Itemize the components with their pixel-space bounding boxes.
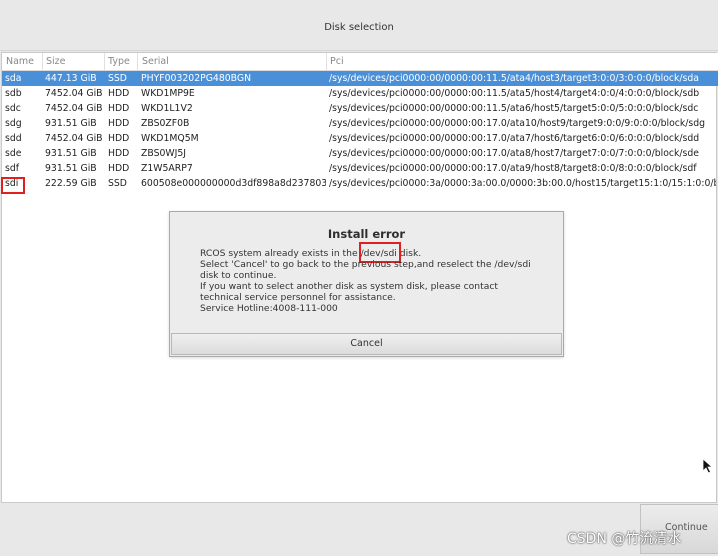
cell-name: sdc	[5, 103, 21, 114]
window-title: Disk selection	[324, 22, 394, 33]
table-header: Name Size Type Serial Pci	[2, 53, 718, 71]
column-header-size[interactable]: Size	[46, 56, 66, 67]
cell-size: 931.51 GiB	[45, 163, 97, 174]
dialog-message-line6: Service Hotline:4008-111-000	[200, 303, 338, 314]
dialog-message-line4: If you want to select another disk as sy…	[200, 281, 498, 292]
table-row[interactable]: sdg 931.51 GiB HDD ZBS0ZF0B /sys/devices…	[2, 116, 718, 131]
mouse-pointer-icon	[702, 458, 714, 474]
cell-pci: /sys/devices/pci0000:00/0000:00:11.5/ata…	[329, 103, 699, 114]
dialog-title: Install error	[327, 227, 406, 241]
cell-pci: /sys/devices/pci0000:00/0000:00:11.5/ata…	[329, 73, 699, 84]
cell-serial: ZBS0WJ5J	[141, 148, 186, 159]
dialog-message-line5: technical service personnel for assistan…	[200, 292, 396, 303]
table-row[interactable]: sda 447.13 GiB SSD PHYF003202PG480BGN /s…	[2, 71, 718, 86]
dialog-message-line2: Select 'Cancel' to go back to the previo…	[200, 259, 531, 270]
cell-name: sdb	[5, 88, 22, 99]
cell-type: HDD	[108, 103, 130, 114]
cell-size: 7452.04 GiB	[45, 88, 103, 99]
cell-pci: /sys/devices/pci0000:00/0000:00:17.0/ata…	[329, 133, 700, 144]
cell-serial: WKD1MP9E	[141, 88, 195, 99]
cell-type: HDD	[108, 163, 130, 174]
table-row[interactable]: sdc 7452.04 GiB HDD WKD1L1V2 /sys/device…	[2, 101, 718, 116]
cell-name: sde	[5, 148, 22, 159]
cell-serial: WKD1L1V2	[141, 103, 193, 114]
column-header-type[interactable]: Type	[108, 56, 130, 67]
cell-size: 931.51 GiB	[45, 118, 97, 129]
cell-size: 7452.04 GiB	[45, 133, 103, 144]
cell-name: sda	[5, 73, 22, 84]
cell-pci: /sys/devices/pci0000:3a/0000:3a:00.0/000…	[329, 178, 716, 189]
cell-type: HDD	[108, 148, 130, 159]
cell-size: 7452.04 GiB	[45, 103, 103, 114]
watermark: CSDN @竹流清水	[567, 531, 682, 547]
column-header-name[interactable]: Name	[6, 56, 34, 67]
column-header-pci[interactable]: Pci	[330, 56, 344, 67]
cancel-button[interactable]: Cancel	[171, 333, 562, 355]
cell-name: sdd	[5, 133, 22, 144]
cell-pci: /sys/devices/pci0000:00/0000:00:17.0/ata…	[329, 148, 699, 159]
column-header-serial[interactable]: Serial	[142, 56, 169, 67]
table-row[interactable]: sdb 7452.04 GiB HDD WKD1MP9E /sys/device…	[2, 86, 718, 101]
cell-name: sdf	[5, 163, 20, 174]
annotation-box-sdi	[1, 177, 25, 194]
table-row[interactable]: sdi 222.59 GiB SSD 600508e000000000d3df8…	[2, 176, 718, 191]
cell-serial: PHYF003202PG480BGN	[141, 73, 252, 84]
cell-size: 447.13 GiB	[45, 73, 97, 84]
cell-pci: /sys/devices/pci0000:00/0000:00:11.5/ata…	[329, 88, 700, 99]
window-header: Disk selection	[0, 0, 718, 51]
cell-serial: 600508e000000000d3df898a8d237803	[141, 178, 326, 189]
cell-serial: Z1W5ARP7	[141, 163, 193, 174]
cell-name: sdg	[5, 118, 22, 129]
cell-size: 222.59 GiB	[45, 178, 97, 189]
cell-type: HDD	[108, 118, 130, 129]
install-error-dialog: Install error RCOS system already exists…	[169, 211, 564, 357]
cell-size: 931.51 GiB	[45, 148, 97, 159]
cell-type: SSD	[108, 73, 127, 84]
dialog-message-line3: disk to continue.	[200, 270, 277, 281]
table-row[interactable]: sdd 7452.04 GiB HDD WKD1MQ5M /sys/device…	[2, 131, 718, 146]
cell-serial: ZBS0ZF0B	[141, 118, 190, 129]
cell-serial: WKD1MQ5M	[141, 133, 199, 144]
table-row[interactable]: sdf 931.51 GiB HDD Z1W5ARP7 /sys/devices…	[2, 161, 718, 176]
cell-pci: /sys/devices/pci0000:00/0000:00:17.0/ata…	[329, 163, 697, 174]
cell-type: HDD	[108, 88, 130, 99]
cell-type: SSD	[108, 178, 127, 189]
table-row[interactable]: sde 931.51 GiB HDD ZBS0WJ5J /sys/devices…	[2, 146, 718, 161]
cell-type: HDD	[108, 133, 130, 144]
cell-pci: /sys/devices/pci0000:00/0000:00:17.0/ata…	[329, 118, 706, 129]
